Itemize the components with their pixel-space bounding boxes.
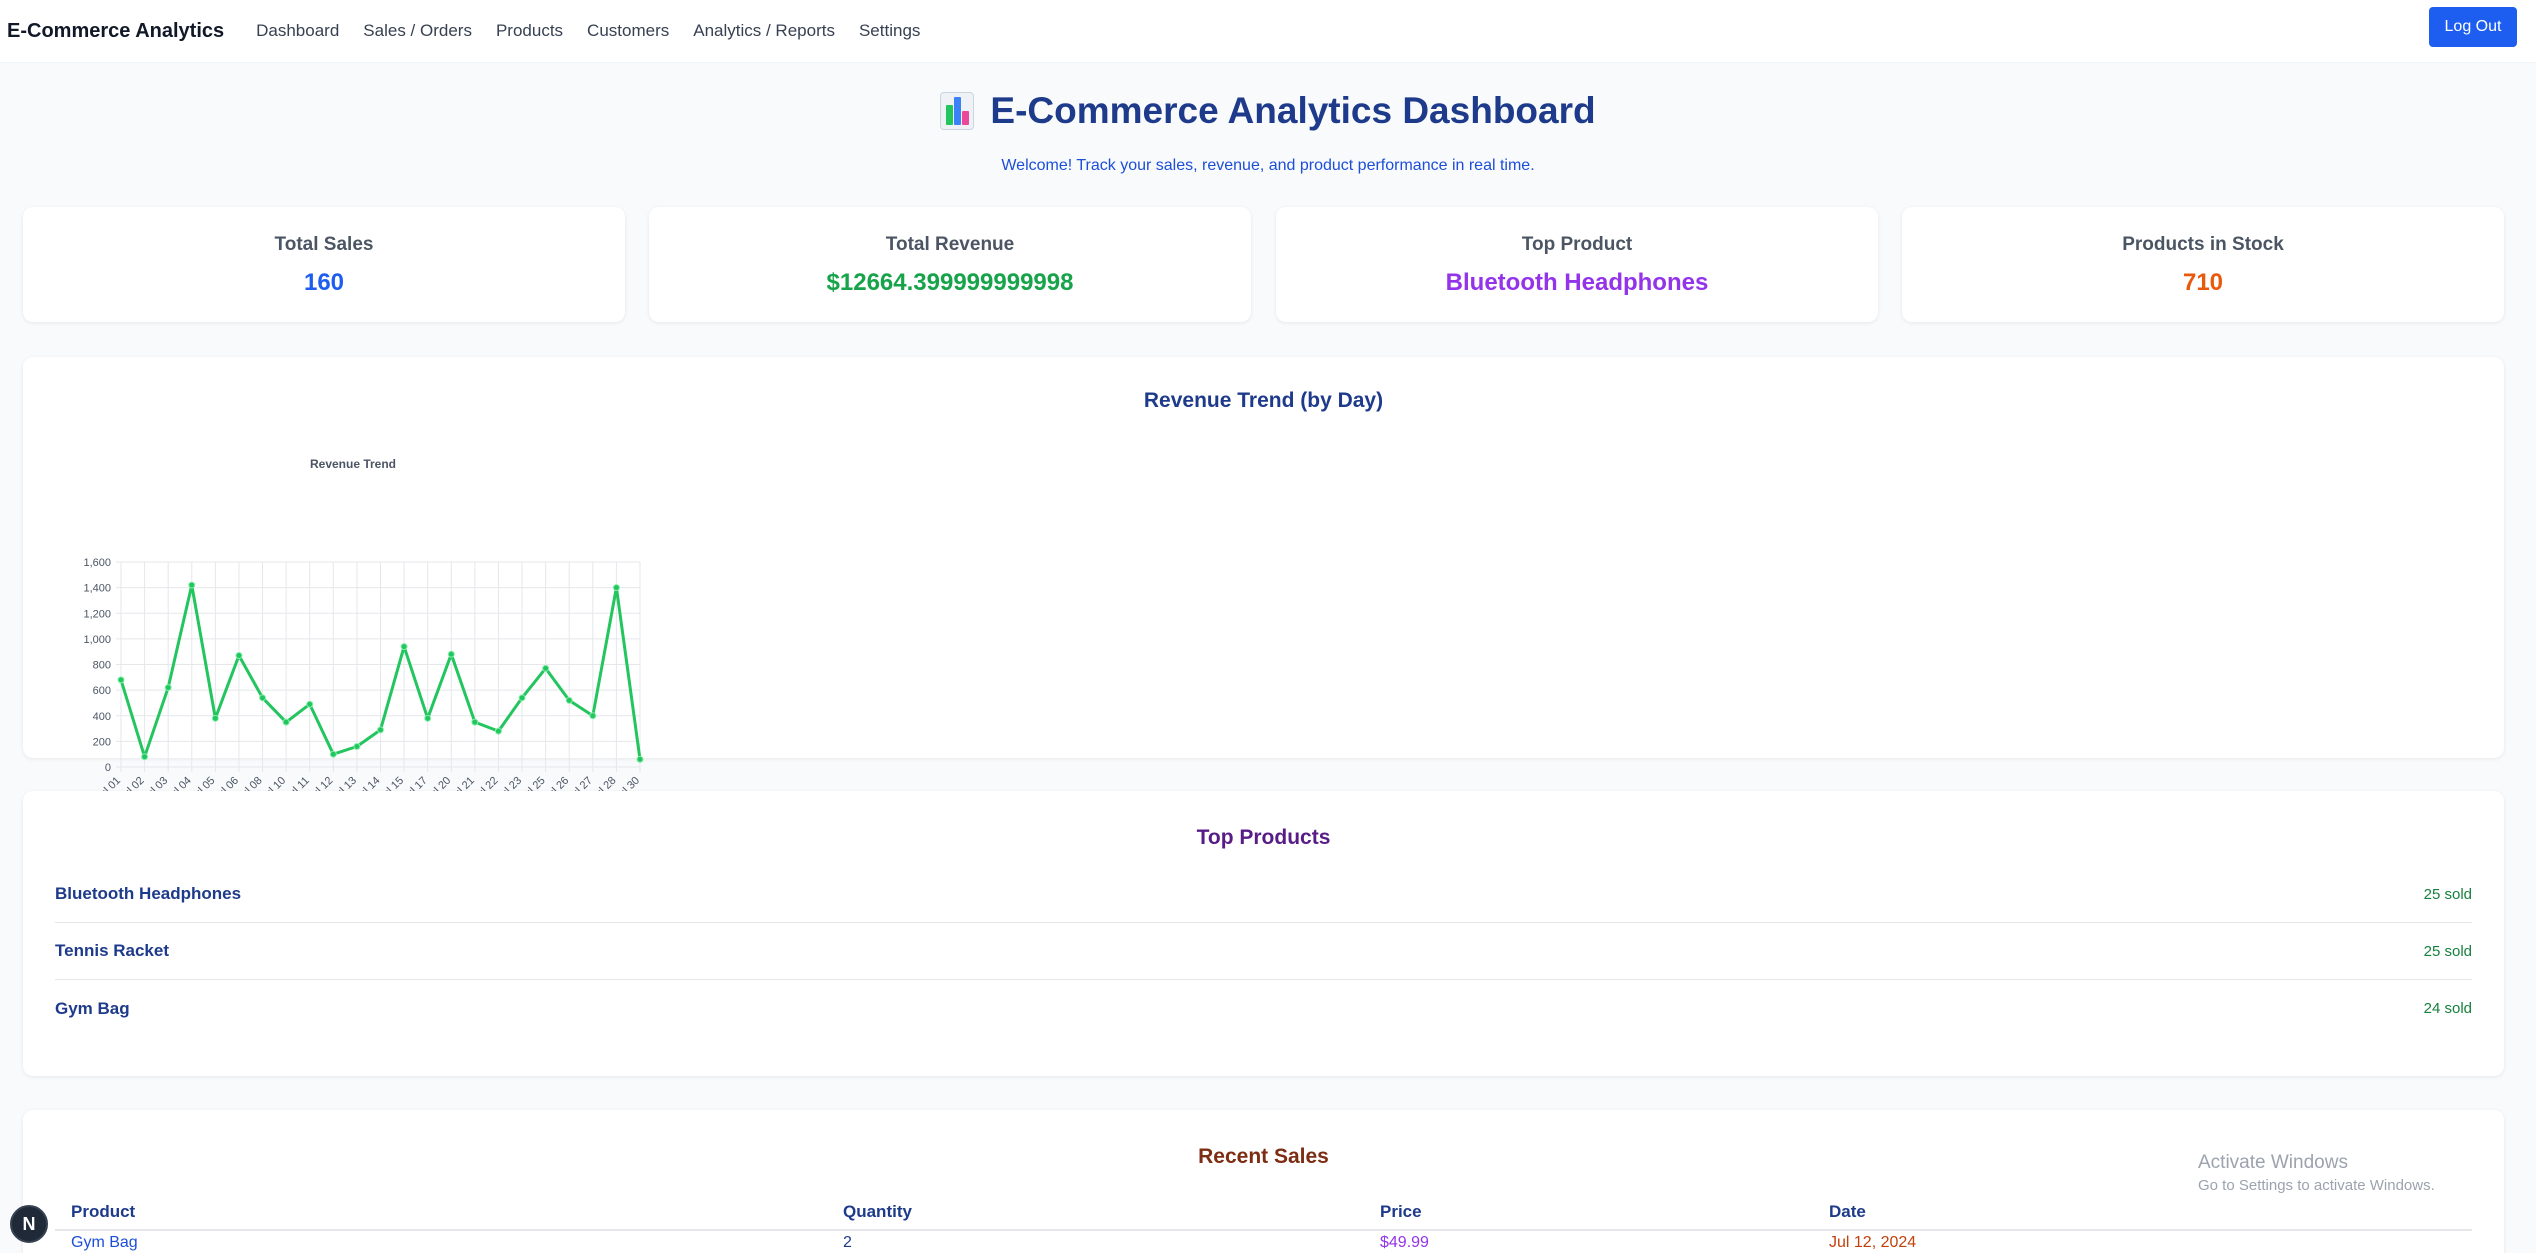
- page-subtitle: Welcome! Track your sales, revenue, and …: [1001, 157, 1535, 174]
- nav-dashboard[interactable]: Dashboard: [256, 21, 339, 41]
- data-point: [259, 694, 267, 702]
- y-tick-label: 800: [93, 660, 111, 672]
- cell-date: Jul 12, 2024: [1829, 1234, 1917, 1251]
- column-header-quantity[interactable]: Quantity: [843, 1202, 912, 1222]
- page-header: E-Commerce Analytics Dashboard Welcome! …: [0, 90, 2536, 175]
- data-point: [377, 726, 384, 734]
- column-header-date[interactable]: Date: [1829, 1202, 1866, 1222]
- cell-price: $49.99: [1380, 1234, 1429, 1251]
- stat-value: 160: [303, 269, 345, 296]
- y-tick-label: 1,400: [83, 583, 111, 595]
- data-point: [565, 696, 573, 704]
- data-point: [494, 727, 502, 735]
- data-point: [636, 755, 644, 763]
- stat-label: Total Sales: [274, 234, 374, 255]
- product-sold-count: 25 sold: [2423, 942, 2472, 960]
- nav-customers[interactable]: Customers: [587, 21, 669, 41]
- data-point: [400, 643, 408, 651]
- data-point: [211, 714, 219, 722]
- product-name: Tennis Racket: [55, 941, 170, 960]
- data-point: [353, 743, 361, 750]
- data-point: [306, 700, 314, 708]
- data-point: [471, 718, 479, 726]
- activate-windows-title: Activate Windows: [2198, 1152, 2348, 1173]
- list-item[interactable]: Gym Bag 24 sold: [55, 980, 2472, 1037]
- stat-label: Top Product: [1521, 234, 1633, 255]
- data-point: [542, 664, 550, 672]
- stat-label: Total Revenue: [885, 234, 1015, 255]
- recent-sales-title: Recent Sales: [1198, 1145, 1329, 1168]
- stat-value: Bluetooth Headphones: [1445, 269, 1709, 296]
- data-point: [235, 652, 243, 660]
- y-tick-label: 200: [93, 736, 111, 748]
- data-point: [141, 753, 149, 761]
- y-tick-label: 0: [105, 762, 111, 774]
- list-item[interactable]: Bluetooth Headphones 25 sold: [55, 866, 2472, 923]
- stat-card-total-revenue: Total Revenue $12664.399999999998: [649, 207, 1251, 322]
- data-point: [282, 718, 290, 726]
- recent-sales-card: Recent Sales Product Quantity Price Date…: [23, 1110, 2504, 1253]
- data-point: [117, 676, 125, 684]
- chart-title: Revenue Trend: [310, 457, 396, 471]
- page-title-wrapper: E-Commerce Analytics Dashboard: [940, 90, 1596, 132]
- top-products-title: Top Products: [1196, 826, 1331, 849]
- top-navbar: E-Commerce Analytics Dashboard Sales / O…: [0, 0, 2536, 63]
- bar-chart-icon: [940, 92, 975, 130]
- nextjs-devtools-icon[interactable]: N: [10, 1205, 48, 1243]
- nav-sales-orders[interactable]: Sales / Orders: [363, 21, 472, 41]
- list-item[interactable]: Tennis Racket 25 sold: [55, 923, 2472, 980]
- data-point: [188, 581, 196, 589]
- data-point: [424, 714, 432, 722]
- product-sold-count: 25 sold: [2423, 885, 2472, 903]
- y-tick-label: 400: [93, 711, 111, 723]
- revenue-section-title: Revenue Trend (by Day): [1143, 389, 1384, 412]
- data-point: [164, 684, 172, 692]
- nav-analytics-reports[interactable]: Analytics / Reports: [693, 21, 835, 41]
- cell-product: Gym Bag: [71, 1234, 138, 1251]
- cell-quantity: 2: [843, 1234, 852, 1251]
- stat-card-products-in-stock: Products in Stock 710: [1902, 207, 2504, 322]
- revenue-line-chart: Revenue Trend 0 200 400 600 800 1,000 1,200 1,4…: [83, 457, 644, 804]
- stat-card-top-product: Top Product Bluetooth Headphones: [1276, 207, 1878, 322]
- logout-button[interactable]: Log Out: [2429, 7, 2517, 47]
- brand-logo[interactable]: E-Commerce Analytics: [7, 20, 224, 43]
- nav-settings[interactable]: Settings: [859, 21, 920, 41]
- data-point: [329, 750, 337, 758]
- column-header-price[interactable]: Price: [1380, 1202, 1422, 1222]
- data-point: [518, 694, 526, 702]
- y-tick-label: 1,200: [83, 608, 111, 620]
- product-name: Bluetooth Headphones: [55, 884, 242, 903]
- y-tick-label: 1,600: [83, 557, 111, 569]
- stat-value: $12664.399999999998: [826, 269, 1074, 296]
- data-point: [589, 712, 597, 720]
- y-tick-label: 1,000: [83, 634, 111, 646]
- page-title: E-Commerce Analytics Dashboard: [990, 90, 1596, 131]
- product-name: Gym Bag: [55, 998, 130, 1018]
- data-point: [612, 584, 620, 592]
- stat-label: Products in Stock: [2122, 234, 2284, 255]
- stat-card-total-sales: Total Sales 160: [23, 207, 625, 322]
- activate-windows-subtitle: Go to Settings to activate Windows.: [2198, 1177, 2435, 1194]
- nav-products[interactable]: Products: [496, 21, 563, 41]
- data-point: [447, 650, 455, 658]
- y-tick-label: 600: [93, 685, 111, 697]
- table-divider: [55, 1229, 2472, 1231]
- revenue-trend-card: Revenue Trend (by Day) Revenue Trend 0 20…: [23, 357, 2504, 804]
- product-sold-count: 24 sold: [2423, 1000, 2472, 1017]
- top-products-card: Top Products Bluetooth Headphones 25 sol…: [23, 791, 2504, 1076]
- stat-value: 710: [2182, 269, 2224, 296]
- column-header-product[interactable]: Product: [71, 1202, 135, 1222]
